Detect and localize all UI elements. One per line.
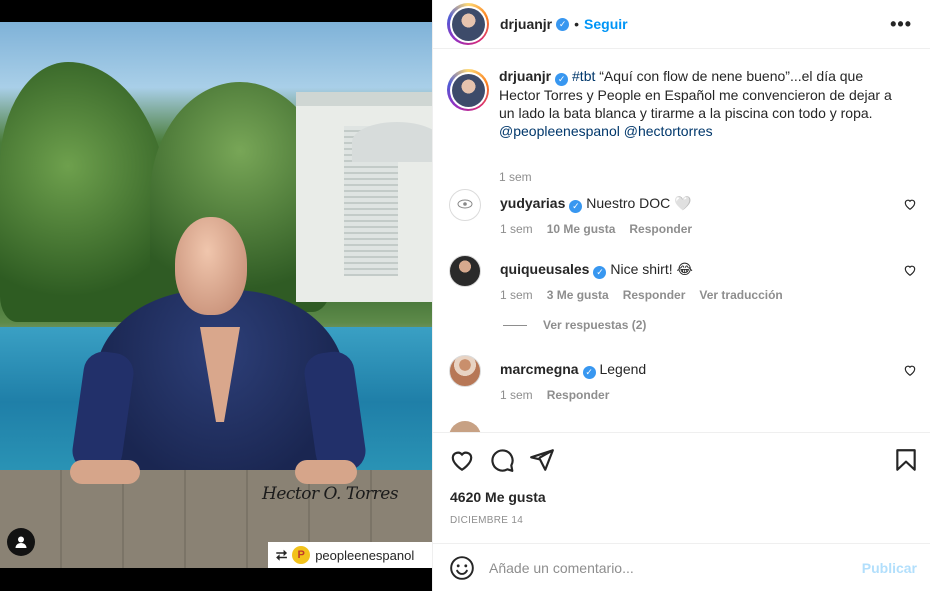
comment-meta: 1 sem 3 Me gusta Responder Ver traducció… <box>500 288 783 302</box>
comment-text: Nice shirt! 😂 <box>610 261 693 277</box>
repost-icon: ⮂ <box>276 546 288 563</box>
tagged-users-button[interactable] <box>7 528 35 556</box>
post-media: Hector O. Torres ⮂ P peopleenespanol <box>0 0 432 591</box>
author-avatar[interactable] <box>447 3 489 45</box>
verified-badge-icon: ✓ <box>556 17 570 31</box>
repost-account: peopleenespanol <box>315 547 415 563</box>
comment-like-heart-icon[interactable] <box>903 263 917 277</box>
verified-badge-icon: ✓ <box>569 200 583 213</box>
post-header: drjuanjr ✓ • Seguir ••• <box>433 0 930 49</box>
caption-hashtag[interactable]: #tbt <box>572 68 595 84</box>
more-options-icon[interactable]: ••• <box>890 14 912 35</box>
comment-text: Nuestro DOC 🤍 <box>586 195 692 211</box>
caption-author-avatar[interactable] <box>447 69 489 111</box>
comment-reply-button[interactable]: Responder <box>623 288 686 302</box>
comment-meta: 1 sem Responder <box>500 388 609 402</box>
caption-text: drjuanjr ✓ #tbt “Aquí con flow de nene bu… <box>499 67 899 140</box>
eye-logo-icon <box>457 199 473 209</box>
comment-avatar[interactable] <box>449 255 481 287</box>
photo-man-hand-left <box>70 460 140 484</box>
post-photo[interactable]: Hector O. Torres <box>0 22 432 568</box>
comment-composer: Publicar <box>433 543 930 591</box>
comment-reply-button[interactable]: Responder <box>547 388 610 402</box>
separator-dot: • <box>574 16 580 32</box>
caption-mention-2[interactable]: @hectortorres <box>624 123 713 139</box>
comment-time[interactable]: 1 sem <box>500 288 533 302</box>
comment-input[interactable] <box>489 559 849 576</box>
photo-man-head <box>175 217 247 315</box>
comment-avatar[interactable] <box>449 189 481 221</box>
comment-bubble-icon[interactable] <box>489 447 515 473</box>
post-side-panel: drjuanjr ✓ • Seguir ••• drjuanjr ✓ #tbt “… <box>432 0 930 591</box>
repost-avatar: P <box>292 546 311 564</box>
like-count[interactable]: 4620 Me gusta <box>450 489 546 505</box>
verified-badge-icon: ✓ <box>593 266 607 279</box>
author-username[interactable]: drjuanjr <box>500 16 552 32</box>
comment-likes[interactable]: 10 Me gusta <box>547 222 616 236</box>
comment-meta: 1 sem 10 Me gusta Responder <box>500 222 692 236</box>
partial-comment-cutoff <box>449 421 909 432</box>
emoji-icon[interactable] <box>449 555 475 581</box>
caption-time[interactable]: 1 sem <box>499 170 532 184</box>
comment-body: marcmegna ✓ Legend <box>500 361 646 379</box>
replies-divider-line <box>503 324 527 326</box>
comment-item: quiqueusales ✓ Nice shirt! 😂 1 sem 3 Me g… <box>449 255 919 315</box>
repost-tag[interactable]: ⮂ P peopleenespanol <box>268 542 432 568</box>
follow-button[interactable]: Seguir <box>584 16 628 32</box>
comment-reply-button[interactable]: Responder <box>629 222 692 236</box>
caption-author-username[interactable]: drjuanjr <box>499 68 551 84</box>
photographer-signature: Hector O. Torres <box>262 484 399 504</box>
comment-like-heart-icon[interactable] <box>903 363 917 377</box>
post-actions: 4620 Me gusta DICIEMBRE 14 <box>433 432 930 543</box>
post-date[interactable]: DICIEMBRE 14 <box>450 515 523 526</box>
comments-list[interactable]: drjuanjr ✓ #tbt “Aquí con flow de nene bu… <box>433 49 930 432</box>
comment-time[interactable]: 1 sem <box>500 222 533 236</box>
photo-foliage-left <box>0 62 170 322</box>
save-bookmark-icon[interactable] <box>893 447 919 473</box>
comment-username[interactable]: quiqueusales <box>500 261 589 277</box>
comment-item: yudyarias ✓ Nuestro DOC 🤍 1 sem 10 Me gus… <box>449 189 919 249</box>
comment-time[interactable]: 1 sem <box>500 388 533 402</box>
comment-avatar[interactable] <box>449 355 481 387</box>
like-heart-icon[interactable] <box>449 447 475 473</box>
publish-button[interactable]: Publicar <box>862 560 917 576</box>
photo-umbrella <box>352 122 432 162</box>
share-paper-plane-icon[interactable] <box>529 447 555 473</box>
verified-badge-icon: ✓ <box>555 72 569 86</box>
photo-man-hand-right <box>295 460 357 484</box>
caption-mention-1[interactable]: @peopleenespanol <box>499 123 620 139</box>
view-replies-label: Ver respuestas (2) <box>543 318 647 332</box>
comment-body: yudyarias ✓ Nuestro DOC 🤍 <box>500 195 692 213</box>
comment-translate-button[interactable]: Ver traducción <box>699 288 782 302</box>
comment-body: quiqueusales ✓ Nice shirt! 😂 <box>500 261 693 279</box>
person-icon <box>15 536 27 548</box>
comment-username[interactable]: marcmegna <box>500 361 579 377</box>
comment-username[interactable]: yudyarias <box>500 195 565 211</box>
comment-text: Legend <box>599 361 647 377</box>
comment-likes[interactable]: 3 Me gusta <box>547 288 609 302</box>
comment-item: marcmegna ✓ Legend 1 sem Responder <box>449 355 919 415</box>
view-replies-button[interactable]: Ver respuestas (2) <box>503 318 646 332</box>
verified-badge-icon: ✓ <box>582 366 596 379</box>
comment-like-heart-icon[interactable] <box>903 197 917 211</box>
